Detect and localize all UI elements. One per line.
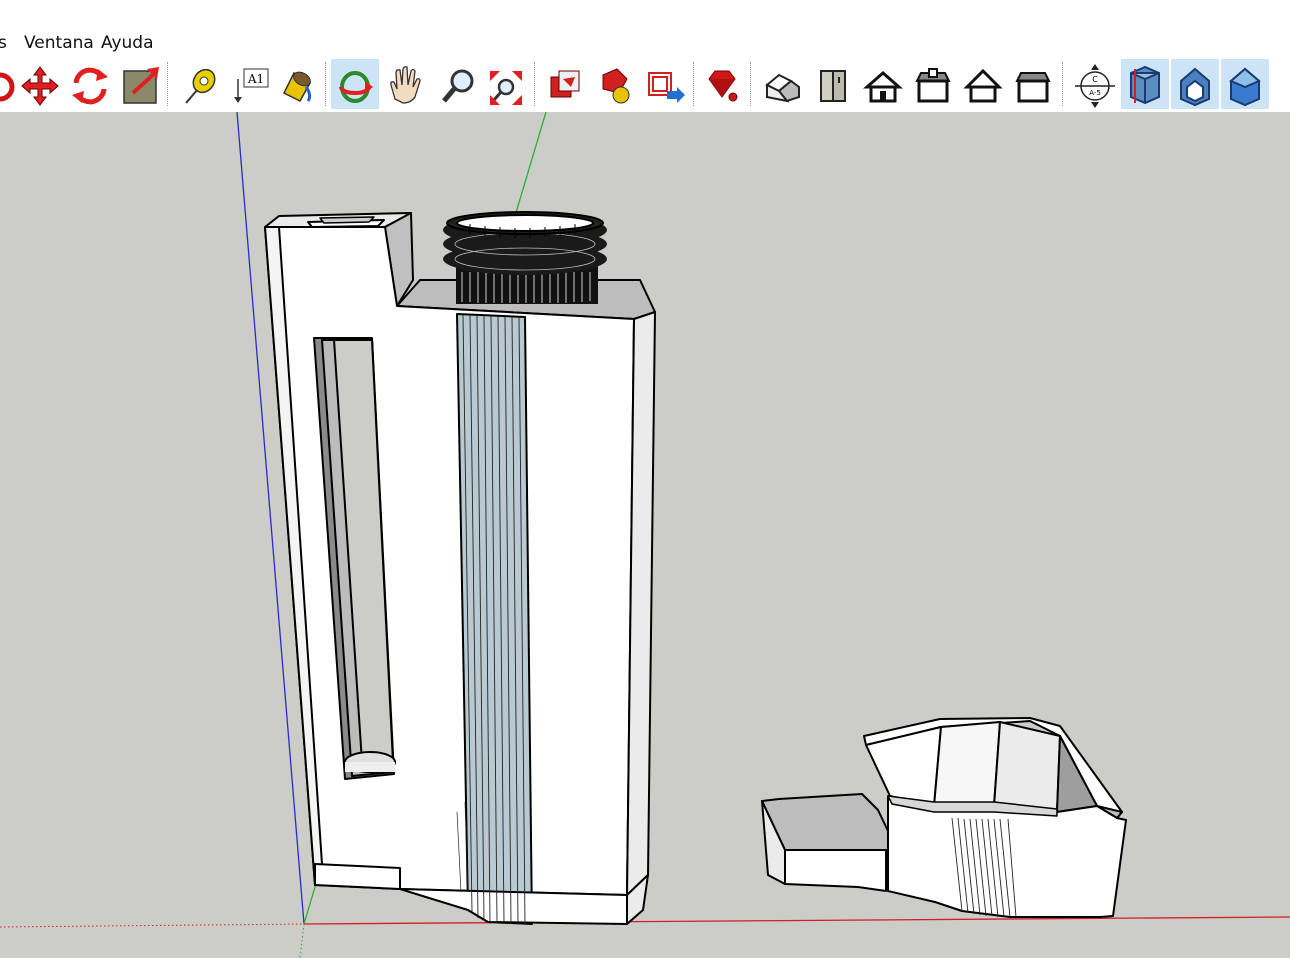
right-view-button[interactable] xyxy=(909,59,957,109)
section-plane-button[interactable]: C A-5 xyxy=(1071,59,1119,109)
xray-section-button[interactable] xyxy=(1121,59,1169,109)
paint-bucket-icon xyxy=(282,71,312,102)
back-view-icon xyxy=(963,68,1003,103)
rotate-icon xyxy=(72,67,108,105)
extension-warehouse-icon xyxy=(648,72,685,103)
text-icon: A1 xyxy=(234,68,269,103)
red-axis-negative xyxy=(0,923,305,928)
left-view-button[interactable] xyxy=(1009,59,1057,109)
green-axis-negative xyxy=(299,923,305,958)
toolbar: A1 C A-5 xyxy=(0,56,1290,114)
iso-view-icon xyxy=(765,73,800,103)
zoom-icon xyxy=(442,69,474,103)
xray-section-icon xyxy=(1130,65,1160,105)
move-button[interactable] xyxy=(16,59,64,109)
scale-icon xyxy=(123,67,159,104)
toolbar-separator xyxy=(693,62,694,106)
toolbar-separator xyxy=(325,62,326,106)
right-view-icon xyxy=(915,68,951,103)
orbit-button[interactable] xyxy=(331,59,379,109)
orbit-icon xyxy=(339,71,373,103)
move-icon xyxy=(21,66,59,106)
top-view-icon xyxy=(820,70,846,102)
zoom-extents-icon xyxy=(490,71,522,105)
svg-text:A-5: A-5 xyxy=(1089,89,1101,97)
scale-button[interactable] xyxy=(117,59,165,109)
top-view-button[interactable] xyxy=(809,59,857,109)
threaded-cap[interactable] xyxy=(443,211,607,304)
clamp-model[interactable] xyxy=(761,717,1127,918)
paint-bucket-button[interactable] xyxy=(272,59,320,109)
menu-item-ayuda[interactable]: Ayuda xyxy=(101,33,154,53)
extension-warehouse-button[interactable] xyxy=(641,59,689,109)
modeling-viewport[interactable] xyxy=(0,112,1290,958)
toolbar-separator xyxy=(750,62,751,106)
left-view-icon xyxy=(1015,72,1051,103)
toolbar-separator xyxy=(534,62,535,106)
zoom-button[interactable] xyxy=(434,59,482,109)
red-axis xyxy=(303,916,1290,925)
menu-bar: s Ventana Ayuda xyxy=(0,30,1290,56)
display-section-cuts-button[interactable] xyxy=(1171,59,1219,109)
pan-icon xyxy=(390,66,421,104)
zoom-extents-button[interactable] xyxy=(482,59,530,109)
ruby-console-button[interactable] xyxy=(697,59,745,109)
text-button[interactable]: A1 xyxy=(228,59,276,109)
tape-measure-button[interactable] xyxy=(174,59,222,109)
menu-item-ventana[interactable]: Ventana xyxy=(24,33,94,53)
tape-measure-icon xyxy=(185,68,216,104)
menu-item-herramientas[interactable]: s xyxy=(0,33,7,53)
share-model-icon xyxy=(602,68,630,104)
iso-view-button[interactable] xyxy=(759,59,807,109)
pan-button[interactable] xyxy=(381,59,429,109)
rotate-button[interactable] xyxy=(66,59,114,109)
toolbar-separator xyxy=(167,62,168,106)
toolbar-separator xyxy=(1062,62,1063,106)
section-plane-icon: C A-5 xyxy=(1075,64,1115,108)
display-section-cuts-icon xyxy=(1180,67,1210,107)
front-view-icon xyxy=(863,71,903,103)
3d-warehouse-button[interactable] xyxy=(541,59,589,109)
3d-warehouse-icon xyxy=(550,70,580,98)
section-fill-icon xyxy=(1229,67,1261,107)
section-fill-button[interactable] xyxy=(1221,59,1269,109)
scene-canvas[interactable] xyxy=(0,112,1290,958)
title-bar xyxy=(0,0,1290,30)
holder-model[interactable] xyxy=(264,212,656,925)
share-model-button[interactable] xyxy=(591,59,639,109)
back-view-button[interactable] xyxy=(959,59,1007,109)
svg-text:C: C xyxy=(1092,75,1098,84)
front-view-button[interactable] xyxy=(859,59,907,109)
svg-text:A1: A1 xyxy=(247,72,264,86)
ruby-console-icon xyxy=(708,70,738,102)
